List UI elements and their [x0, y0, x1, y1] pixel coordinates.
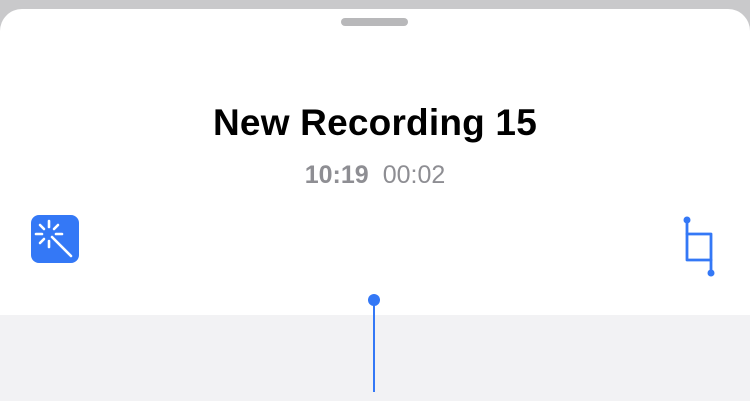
playhead-knob[interactable]	[368, 294, 380, 306]
recording-duration: 00:02	[382, 161, 446, 189]
recording-detail-sheet: New Recording 15 10:19 00:02	[0, 9, 750, 401]
enhance-recording-button[interactable]	[31, 215, 79, 263]
recording-time: 10:19	[304, 161, 369, 189]
recording-meta: 10:19 00:02	[0, 161, 750, 190]
magic-wand-icon	[34, 219, 73, 258]
trim-button[interactable]	[676, 216, 720, 278]
sheet-grabber-handle[interactable]	[341, 18, 408, 26]
playhead-line[interactable]	[373, 301, 375, 392]
waveform-area[interactable]	[0, 315, 750, 401]
crop-trim-icon	[683, 216, 715, 277]
recording-title[interactable]: New Recording 15	[0, 102, 750, 144]
